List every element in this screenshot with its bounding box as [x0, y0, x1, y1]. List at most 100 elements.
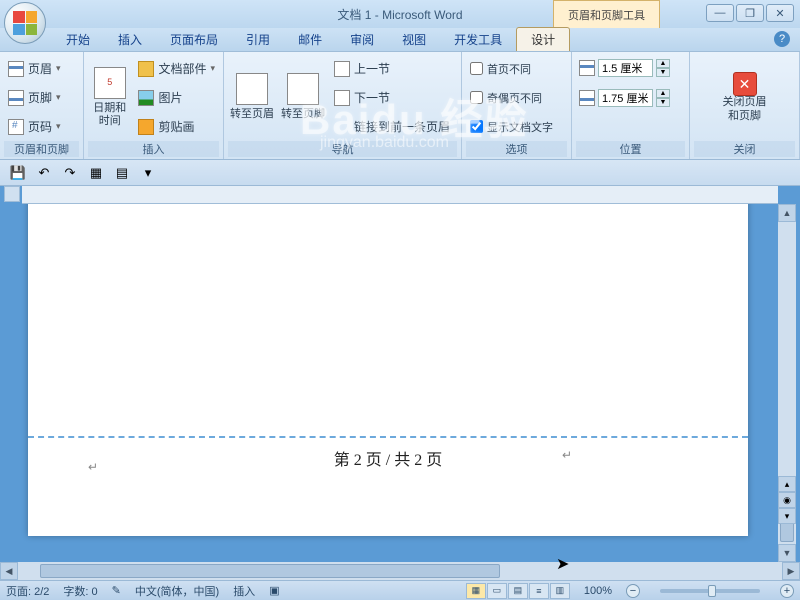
date-time-button[interactable]: 5日期和时间	[88, 54, 131, 141]
ribbon-tabs: 开始 插入 页面布局 引用 邮件 审阅 视图 开发工具 设计 ?	[0, 28, 800, 52]
group-navigation: 转至页眉 转至页脚 上一节 下一节 链接到前一条页眉 导航	[224, 52, 462, 159]
document-page[interactable]: 第 2 页 / 共 2 页 ↵ ↵	[28, 204, 748, 536]
picture-icon	[138, 90, 154, 106]
scroll-track[interactable]	[778, 222, 796, 480]
language-indicator[interactable]: 中文(简体，中国)	[135, 583, 219, 599]
draft-view-button[interactable]: ▥	[550, 583, 570, 599]
save-button[interactable]: 💾	[8, 163, 28, 183]
insert-alignment-tab-button[interactable]	[576, 118, 685, 138]
tab-references[interactable]: 引用	[232, 28, 284, 51]
group-label: 页眉和页脚	[4, 141, 79, 157]
qat-custom-2[interactable]: ▤	[112, 163, 132, 183]
page-number-icon	[8, 119, 24, 135]
help-icon[interactable]: ?	[774, 31, 790, 47]
contextual-tab-label: 页眉和页脚工具	[553, 0, 660, 28]
quick-parts-button[interactable]: 文档部件▾	[134, 58, 219, 79]
scroll-left-button[interactable]: ◀	[0, 562, 18, 580]
footer-from-bottom-spinner[interactable]: ▲▼	[576, 88, 685, 108]
zoom-level[interactable]: 100%	[584, 585, 612, 597]
different-first-page-checkbox[interactable]: 首页不同	[466, 59, 567, 79]
minimize-button[interactable]: —	[706, 4, 734, 22]
tab-home[interactable]: 开始	[52, 28, 104, 51]
close-header-footer-button[interactable]: ✕关闭页眉和页脚	[716, 54, 774, 141]
window-controls: — ❐ ✕	[706, 4, 794, 22]
previous-page-button[interactable]: ▴	[778, 476, 796, 492]
link-icon	[334, 119, 350, 135]
picture-button[interactable]: 图片	[134, 87, 219, 108]
zoom-in-button[interactable]: +	[780, 584, 794, 598]
tab-design[interactable]: 设计	[516, 27, 570, 51]
next-section-button[interactable]: 下一节	[330, 87, 454, 108]
scroll-right-button[interactable]: ▶	[782, 562, 800, 580]
header-from-top-input[interactable]	[598, 59, 653, 77]
footer-button[interactable]: 页脚▾	[4, 87, 79, 108]
tab-mailings[interactable]: 邮件	[284, 28, 336, 51]
qat-dropdown[interactable]: ▾	[138, 163, 158, 183]
title-bar: 文档 1 - Microsoft Word 页眉和页脚工具 — ❐ ✕	[0, 0, 800, 28]
scroll-track[interactable]	[502, 562, 782, 580]
paragraph-mark-icon: ↵	[88, 460, 98, 474]
maximize-button[interactable]: ❐	[736, 4, 764, 22]
different-odd-even-checkbox[interactable]: 奇偶页不同	[466, 88, 567, 108]
group-position: ▲▼ ▲▼ 位置	[572, 52, 690, 159]
select-browse-object-button[interactable]: ◉	[778, 492, 796, 508]
horizontal-ruler[interactable]	[22, 186, 778, 204]
browse-object-controls: ▴ ◉ ▾	[778, 476, 796, 524]
tab-selector-button[interactable]	[4, 186, 20, 202]
link-previous-button[interactable]: 链接到前一条页眉	[330, 116, 454, 137]
footer-text[interactable]: 第 2 页 / 共 2 页	[28, 446, 748, 470]
checkbox-icon[interactable]	[470, 91, 483, 104]
group-options: 首页不同 奇偶页不同 显示文档文字 选项	[462, 52, 572, 159]
scroll-track[interactable]	[18, 562, 38, 580]
horizontal-scrollbar[interactable]: ◀ ▶	[0, 562, 800, 580]
insert-mode[interactable]: 插入	[233, 583, 255, 599]
group-close: ✕关闭页眉和页脚 关闭	[690, 52, 800, 159]
goto-footer-button[interactable]: 转至页脚	[279, 54, 327, 141]
spin-up-button[interactable]: ▲	[656, 89, 670, 98]
checkbox-icon[interactable]	[470, 120, 483, 133]
tab-insert[interactable]: 插入	[104, 28, 156, 51]
spin-down-button[interactable]: ▼	[656, 98, 670, 107]
outline-view-button[interactable]: ≡	[529, 583, 549, 599]
tab-review[interactable]: 审阅	[336, 28, 388, 51]
proofing-button[interactable]: ✎	[112, 584, 121, 597]
scroll-thumb[interactable]	[40, 564, 500, 578]
full-screen-view-button[interactable]: ▭	[487, 583, 507, 599]
office-button[interactable]	[4, 2, 46, 44]
group-header-footer: 页眉▾ 页脚▾ 页码▾ 页眉和页脚	[0, 52, 84, 159]
quick-access-toolbar: 💾 ↶ ↷ ▦ ▤ ▾	[0, 160, 800, 186]
tab-view[interactable]: 视图	[388, 28, 440, 51]
print-layout-view-button[interactable]: ▦	[466, 583, 486, 599]
qat-custom-1[interactable]: ▦	[86, 163, 106, 183]
previous-section-button[interactable]: 上一节	[330, 58, 454, 79]
undo-button[interactable]: ↶	[34, 163, 54, 183]
zoom-out-button[interactable]: −	[626, 584, 640, 598]
word-count[interactable]: 字数: 0	[63, 583, 97, 599]
view-buttons: ▦ ▭ ▤ ≡ ▥	[466, 583, 570, 599]
scroll-down-button[interactable]: ▼	[778, 544, 796, 562]
status-bar: 页面: 2/2 字数: 0 ✎ 中文(简体，中国) 插入 ▣ ▦ ▭ ▤ ≡ ▥…	[0, 580, 800, 600]
clipart-button[interactable]: 剪贴画	[134, 116, 219, 137]
window-title: 文档 1 - Microsoft Word	[337, 6, 462, 23]
checkbox-icon[interactable]	[470, 62, 483, 75]
footer-from-bottom-input[interactable]	[598, 89, 653, 107]
next-page-button[interactable]: ▾	[778, 508, 796, 524]
page-number-button[interactable]: 页码▾	[4, 116, 79, 137]
header-button[interactable]: 页眉▾	[4, 58, 79, 79]
spin-up-button[interactable]: ▲	[656, 59, 670, 68]
zoom-slider[interactable]	[660, 589, 760, 593]
header-from-top-spinner[interactable]: ▲▼	[576, 58, 685, 78]
spin-down-button[interactable]: ▼	[656, 68, 670, 77]
macro-record-button[interactable]: ▣	[269, 584, 279, 597]
tab-page-layout[interactable]: 页面布局	[156, 28, 232, 51]
web-layout-view-button[interactable]: ▤	[508, 583, 528, 599]
redo-button[interactable]: ↷	[60, 163, 80, 183]
show-document-text-checkbox[interactable]: 显示文档文字	[466, 117, 567, 137]
goto-header-button[interactable]: 转至页眉	[228, 54, 276, 141]
tab-developer[interactable]: 开发工具	[440, 28, 516, 51]
page-indicator[interactable]: 页面: 2/2	[6, 583, 49, 599]
scroll-up-button[interactable]: ▲	[778, 204, 796, 222]
close-window-button[interactable]: ✕	[766, 4, 794, 22]
clipart-icon	[138, 119, 154, 135]
zoom-slider-handle[interactable]	[708, 585, 716, 597]
